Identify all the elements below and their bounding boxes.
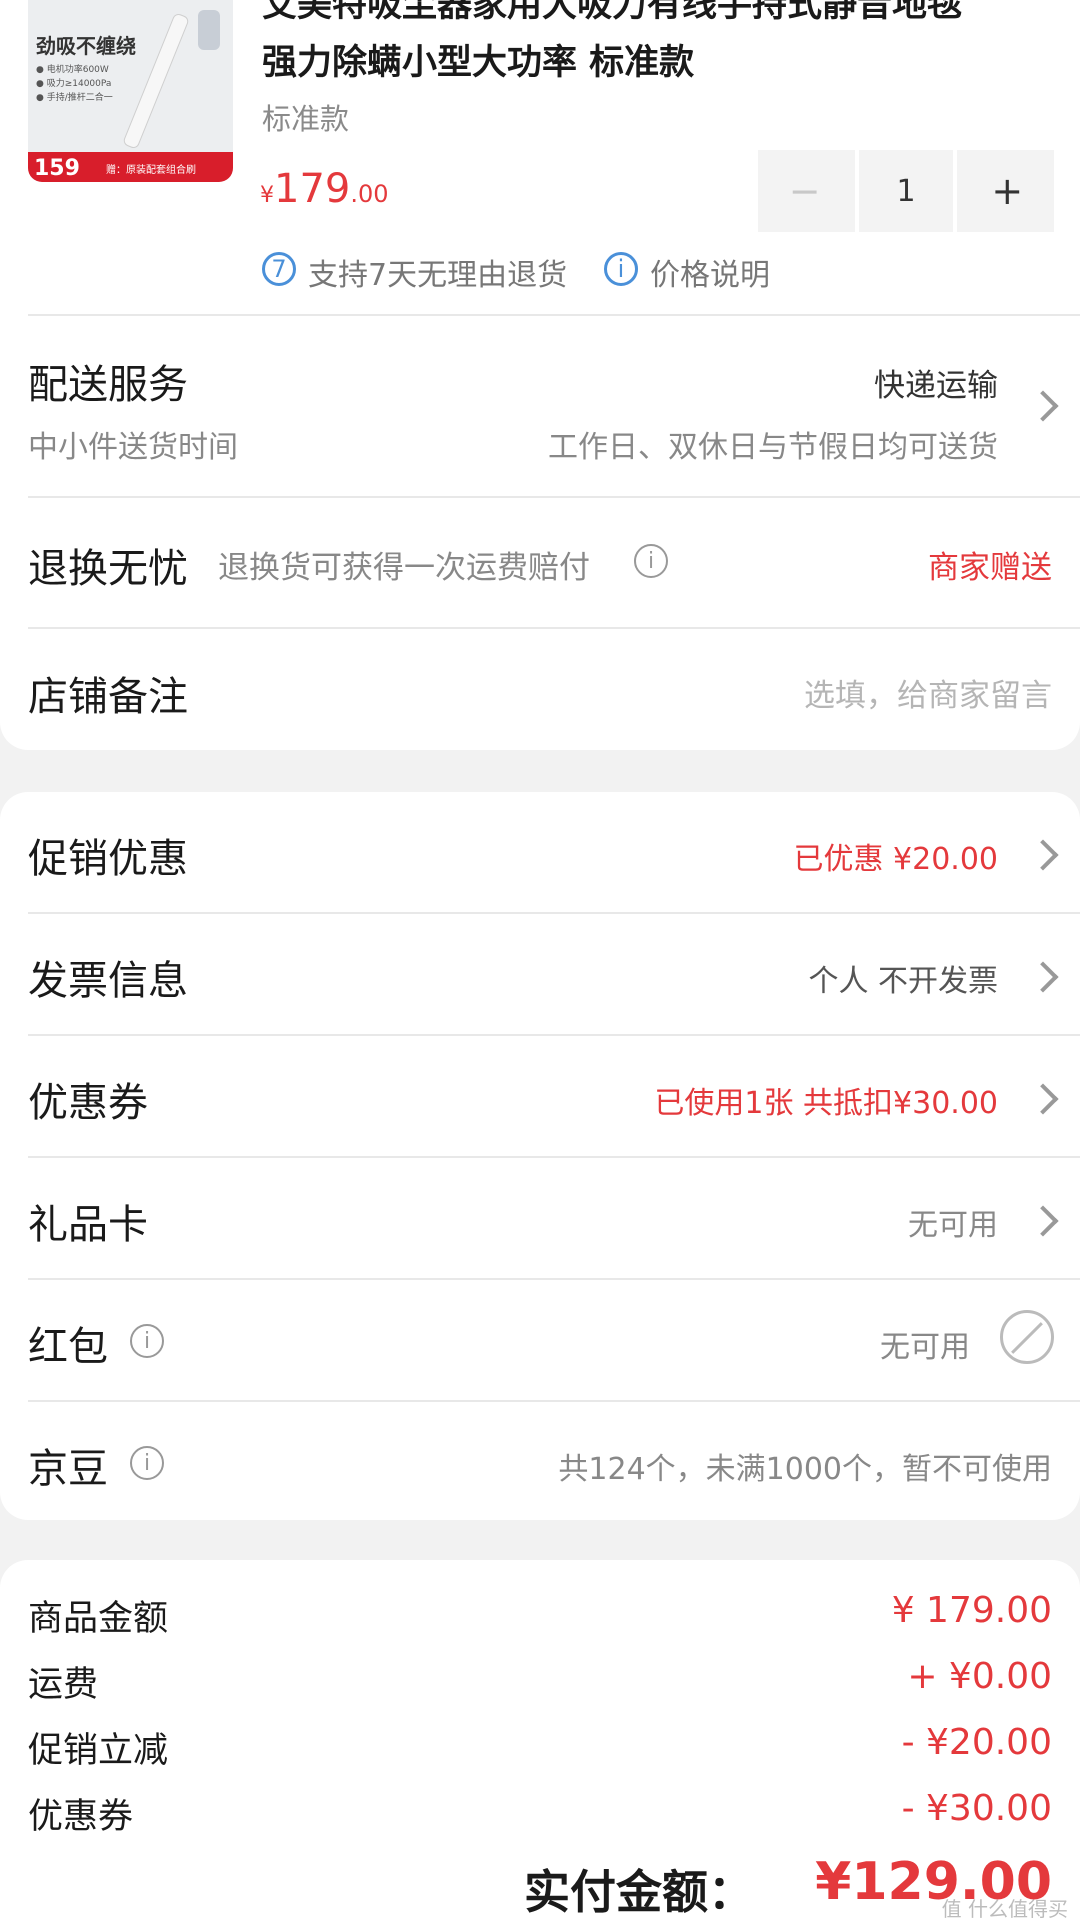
quantity-increase-button[interactable]: + — [961, 150, 1054, 232]
delivery-time-label: 中小件送货时间 — [28, 430, 238, 465]
price-decimal: .00 — [350, 180, 389, 208]
total-payment-label: 实付金额： — [524, 1865, 754, 1919]
return-shipping-desc: 退换货可获得一次运费赔付 — [218, 550, 590, 586]
return-policy-text: 支持7天无理由退货 — [308, 258, 568, 293]
chevron-right-icon — [1027, 961, 1059, 993]
return-worry-free-label: 退换无忧 — [28, 546, 188, 592]
chevron-right-icon — [1027, 1083, 1059, 1115]
divider — [28, 912, 1080, 914]
price-currency: ¥ — [260, 183, 274, 208]
coupon-label: 优惠券 — [28, 1080, 148, 1126]
price-explanation-link[interactable]: 价格说明 — [650, 250, 770, 294]
product-price: ¥179.00 — [260, 166, 389, 212]
summary-label: 促销立减 — [28, 1731, 169, 1771]
red-packet-value: 无可用 — [880, 1330, 970, 1365]
info-icon[interactable]: i — [604, 252, 638, 286]
delivery-method: 快递运输 — [874, 368, 998, 404]
watermark: 值 什么值得买 — [941, 1897, 1068, 1921]
delivery-time-value: 工作日、双休日与节假日均可送货 — [548, 430, 998, 465]
product-image-gift: 赠：原装配套组合刷 — [106, 165, 196, 176]
divider — [28, 314, 1080, 316]
quantity-decrease-button[interactable]: − — [758, 150, 851, 232]
store-remark-label: 店铺备注 — [28, 674, 188, 720]
red-packet-label: 红包 — [28, 1324, 108, 1370]
product-image-spec: ● 电机功率600W — [36, 65, 109, 75]
invoice-label: 发票信息 — [28, 958, 188, 1004]
jingdou-label: 京豆 — [28, 1446, 108, 1492]
product-title-line-1[interactable]: 艾美特吸尘器家用大吸力有线手持式静音地毯 — [262, 0, 962, 27]
chevron-right-icon — [1027, 390, 1059, 422]
order-item-card: 劲吸不缠绕 ● 电机功率600W ● 吸力≥14000Pa ● 手持/推杆二合一… — [0, 0, 1080, 750]
seven-day-return-icon: 7 — [262, 252, 296, 286]
store-remark-input[interactable]: 选填，给商家留言 — [804, 670, 1052, 715]
gift-card-label: 礼品卡 — [28, 1202, 148, 1248]
product-spec: 标准款 — [262, 102, 350, 136]
merchant-gift-label: 商家赠送 — [928, 550, 1052, 586]
unavailable-icon — [1000, 1310, 1054, 1364]
divider — [28, 1400, 1080, 1402]
product-image-headline: 劲吸不缠绕 — [36, 34, 136, 58]
promotion-value: 已优惠 ¥20.00 — [793, 842, 998, 877]
vacuum-illustration-head — [198, 10, 220, 50]
divider — [28, 627, 1080, 629]
product-image-spec: ● 吸力≥14000Pa — [36, 79, 112, 89]
order-options-card: 促销优惠 已优惠 ¥20.00 发票信息 个人 不开发票 优惠券 已使用1张 共… — [0, 792, 1080, 1520]
divider — [28, 1034, 1080, 1036]
info-icon[interactable]: i — [130, 1446, 164, 1480]
summary-label: 优惠券 — [28, 1797, 134, 1837]
jingdou-value: 共124个，未满1000个，暂不可使用 — [558, 1452, 1052, 1487]
delivery-service-label: 配送服务 — [28, 362, 188, 408]
price-integer: 179 — [274, 166, 351, 212]
product-image-price-band: 159 赠：原装配套组合刷 — [28, 152, 233, 182]
promotion-label: 促销优惠 — [28, 836, 188, 882]
divider — [28, 496, 1080, 498]
divider — [28, 1278, 1080, 1280]
product-image-price: 159 — [34, 156, 80, 181]
summary-value: - ¥20.00 — [901, 1722, 1052, 1763]
info-icon[interactable]: i — [634, 544, 668, 578]
summary-label: 商品金额 — [28, 1599, 169, 1639]
divider — [28, 1156, 1080, 1158]
summary-value: + ¥0.00 — [907, 1656, 1052, 1697]
quantity-stepper: − 1 + — [758, 150, 1054, 232]
chevron-right-icon — [1027, 1205, 1059, 1237]
invoice-value: 个人 不开发票 — [808, 964, 998, 999]
quantity-value[interactable]: 1 — [855, 150, 957, 232]
summary-value: - ¥30.00 — [901, 1788, 1052, 1829]
summary-value: ¥ 179.00 — [891, 1590, 1052, 1631]
gift-card-value: 无可用 — [908, 1208, 998, 1243]
summary-label: 运费 — [28, 1665, 99, 1705]
product-title-line-2[interactable]: 强力除螨小型大功率 标准款 — [262, 34, 694, 85]
chevron-right-icon — [1027, 839, 1059, 871]
info-icon[interactable]: i — [130, 1324, 164, 1358]
product-image-spec: ● 手持/推杆二合一 — [36, 93, 113, 103]
coupon-value: 已使用1张 共抵扣¥30.00 — [654, 1086, 998, 1121]
product-image[interactable]: 劲吸不缠绕 ● 电机功率600W ● 吸力≥14000Pa ● 手持/推杆二合一… — [28, 0, 233, 182]
